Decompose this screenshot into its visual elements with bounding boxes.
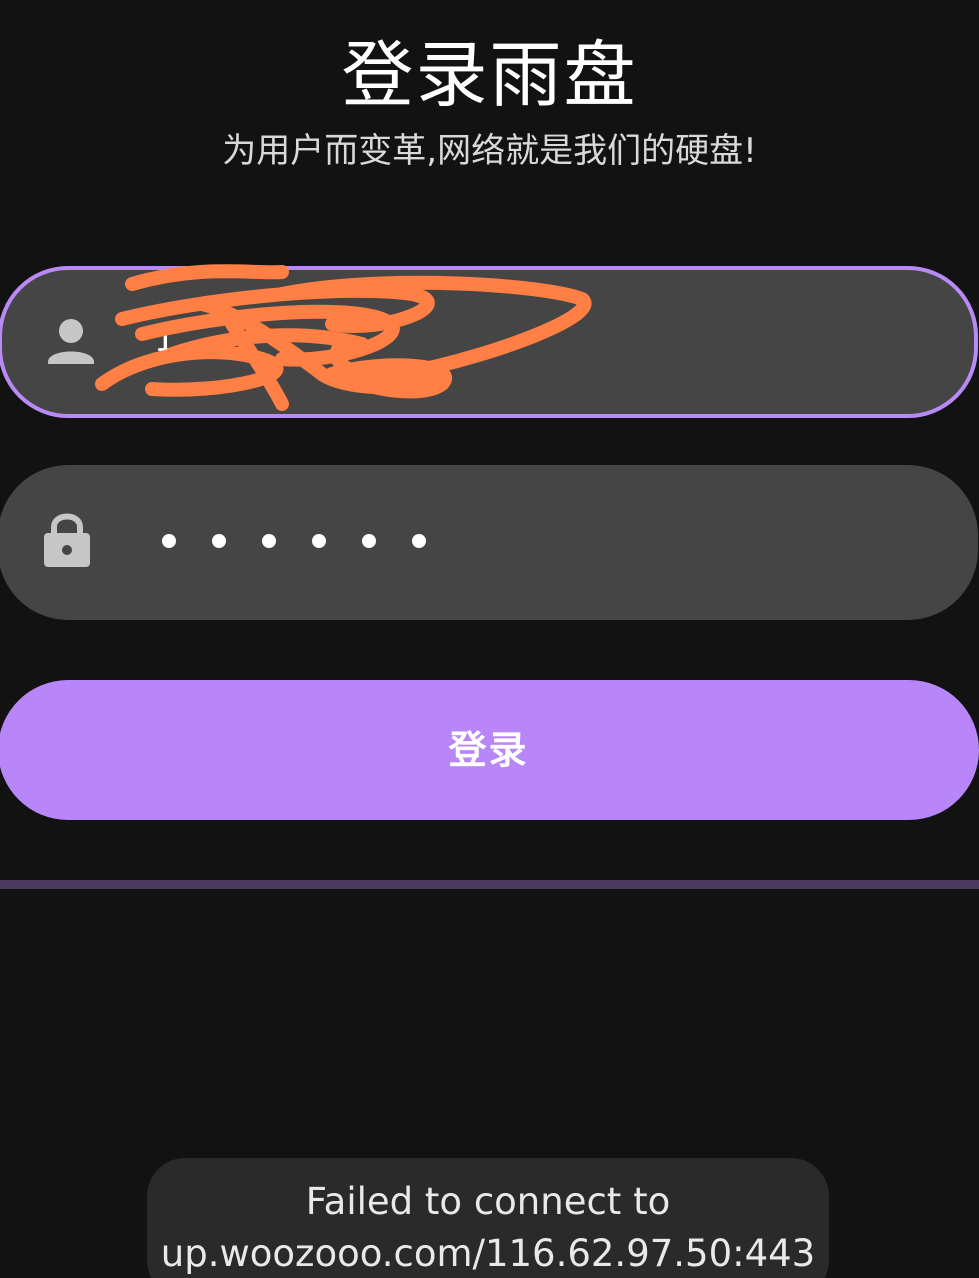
divider xyxy=(0,880,979,889)
page-subtitle: 为用户而变革,网络就是我们的硬盘! xyxy=(222,131,757,171)
login-button[interactable]: 登录 xyxy=(0,680,979,820)
login-screen: 登录雨盘 为用户而变革,网络就是我们的硬盘! 1 登录 Failed to co… xyxy=(0,0,979,1278)
password-dot xyxy=(312,534,326,548)
password-dot xyxy=(162,534,176,548)
password-field[interactable] xyxy=(0,465,978,620)
error-toast: Failed to connect to up.woozooo.com/116.… xyxy=(147,1158,829,1278)
username-field[interactable]: 1 xyxy=(0,264,978,418)
password-dot xyxy=(412,534,426,548)
toast-line-1: Failed to connect to xyxy=(305,1180,671,1223)
password-dot xyxy=(362,534,376,548)
password-dot xyxy=(212,534,226,548)
redaction-scribble xyxy=(95,264,592,411)
lock-icon xyxy=(44,511,90,571)
page-title: 登录雨盘 xyxy=(341,33,638,117)
password-dot xyxy=(262,534,276,548)
toast-line-2: up.woozooo.com/116.62.97.50:443 xyxy=(160,1232,816,1275)
password-mask xyxy=(162,534,426,548)
